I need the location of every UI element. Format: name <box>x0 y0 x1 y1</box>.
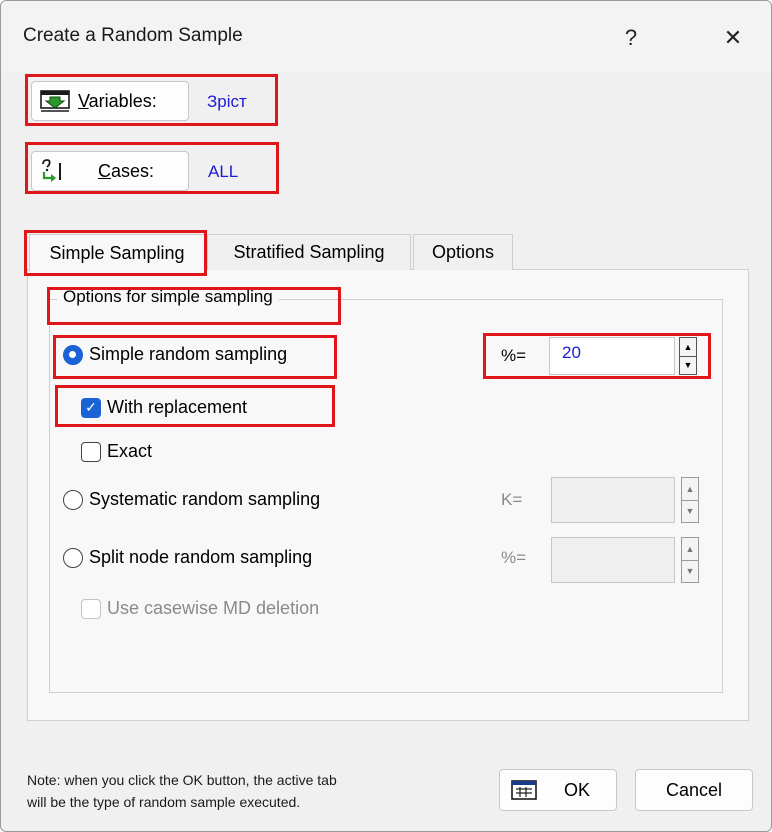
k-label: K= <box>501 490 523 509</box>
k-input[interactable] <box>551 477 675 523</box>
k-spinner[interactable]: ▲ ▼ <box>681 477 699 523</box>
casewise-md-deletion-checkbox: Use casewise MD deletion <box>81 598 319 619</box>
systematic-random-sampling-label: Systematic random sampling <box>89 489 321 509</box>
spin-up-icon[interactable]: ▲ <box>682 478 698 501</box>
highlight-variables <box>25 74 278 126</box>
spin-up-icon[interactable]: ▲ <box>682 538 698 561</box>
cancel-label: Cancel <box>665 779 723 800</box>
ok-button[interactable]: OK <box>499 769 617 811</box>
highlight-simple-random <box>53 335 337 379</box>
dialog-title: Create a Random Sample <box>23 25 243 46</box>
casewise-md-deletion-label: Use casewise MD deletion <box>107 598 320 618</box>
radio-empty-icon <box>63 547 83 568</box>
highlight-with-replacement <box>55 385 335 427</box>
footer-note-line1: Note: when you click the OK button, the … <box>27 772 337 788</box>
exact-checkbox[interactable]: Exact <box>81 441 152 462</box>
highlight-cases <box>25 142 279 194</box>
highlight-percent <box>483 333 711 379</box>
close-button[interactable]: ✕ <box>705 15 761 61</box>
split-percent-input[interactable] <box>551 537 675 583</box>
highlight-tab <box>24 230 207 276</box>
footer-note: Note: when you click the OK button, the … <box>27 769 487 813</box>
radio-empty-icon <box>63 489 83 510</box>
split-percent-spinner[interactable]: ▲ ▼ <box>681 537 699 583</box>
help-button[interactable]: ? <box>603 15 659 61</box>
systematic-random-sampling-radio[interactable]: Systematic random sampling <box>63 489 320 510</box>
spin-down-icon[interactable]: ▼ <box>682 561 698 583</box>
highlight-group-title <box>47 287 341 325</box>
checkbox-disabled-icon <box>81 598 101 619</box>
tab-stratified-sampling[interactable]: Stratified Sampling <box>207 234 411 270</box>
ok-icon <box>510 779 538 801</box>
footer-note-line2: will be the type of random sample execut… <box>27 794 301 810</box>
ok-label: OK <box>564 779 591 800</box>
checkbox-empty-icon <box>81 441 101 462</box>
title-bar: Create a Random Sample ? ✕ <box>1 1 771 73</box>
split-node-random-sampling-radio[interactable]: Split node random sampling <box>63 547 312 568</box>
exact-label: Exact <box>107 441 153 461</box>
tab-options[interactable]: Options <box>413 234 513 270</box>
cancel-button[interactable]: Cancel <box>635 769 753 811</box>
split-node-random-sampling-label: Split node random sampling <box>89 547 313 567</box>
spin-down-icon[interactable]: ▼ <box>682 501 698 523</box>
split-percent-label: %= <box>501 548 527 567</box>
dialog-window: Create a Random Sample ? ✕ Variables: Зр… <box>0 0 772 832</box>
